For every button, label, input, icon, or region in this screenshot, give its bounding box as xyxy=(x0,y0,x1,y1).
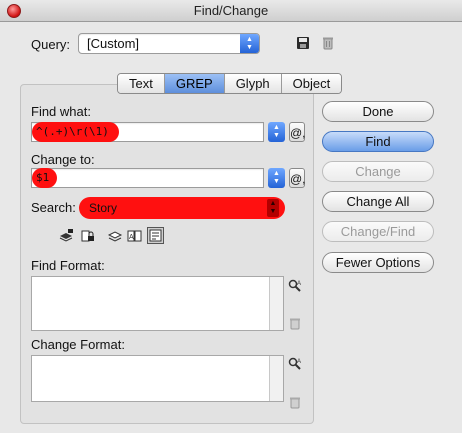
query-dropdown-arrow-icon: ▲ ▼ xyxy=(240,34,259,53)
find-format-label: Find Format: xyxy=(31,258,105,273)
save-query-icon[interactable] xyxy=(296,36,310,50)
include-footnotes-icon[interactable] xyxy=(147,227,164,244)
include-hidden-layers-icon[interactable] xyxy=(108,228,123,243)
clear-find-format-icon[interactable] xyxy=(288,316,302,330)
svg-text:A: A xyxy=(129,234,134,241)
change-to-value: $1 xyxy=(32,168,58,188)
fewer-options-button[interactable]: Fewer Options xyxy=(322,252,434,273)
tab-grep[interactable]: GREP xyxy=(164,74,225,93)
find-what-field[interactable]: ^(.+)\r(\1) xyxy=(31,122,264,142)
find-what-value: ^(.+)\r(\1) xyxy=(32,122,119,142)
change-all-button[interactable]: Change All xyxy=(322,191,434,212)
find-format-scrollbar[interactable] xyxy=(269,277,283,330)
tab-text[interactable]: Text xyxy=(118,74,165,93)
change-to-label: Change to: xyxy=(31,152,95,167)
tab-glyph[interactable]: Glyph xyxy=(224,74,282,93)
change-to-field[interactable]: $1 xyxy=(31,168,264,188)
query-label: Query: xyxy=(31,37,71,52)
search-label: Search: xyxy=(31,200,76,215)
svg-text:A: A xyxy=(297,281,301,287)
find-special-characters-button[interactable]: @, xyxy=(289,122,306,142)
include-locked-stories-icon[interactable] xyxy=(80,228,95,243)
change-to-dropdown-arrow-icon[interactable]: ▲ ▼ xyxy=(268,168,285,188)
change-button[interactable]: Change xyxy=(322,161,434,182)
find-what-label: Find what: xyxy=(31,104,91,119)
specify-find-format-icon[interactable]: A xyxy=(288,279,302,293)
include-locked-layers-icon[interactable] xyxy=(59,228,74,243)
mode-tabs: Text GREP Glyph Object xyxy=(117,73,343,94)
window-title: Find/Change xyxy=(193,3,269,18)
change-format-scrollbar[interactable] xyxy=(269,356,283,401)
change-special-characters-button[interactable]: @, xyxy=(289,168,306,188)
search-scope-value: Story xyxy=(89,201,118,215)
search-dropdown-arrow-icon: ▲ ▼ xyxy=(267,199,279,217)
change-format-box[interactable] xyxy=(31,355,284,402)
change-format-label: Change Format: xyxy=(31,337,125,352)
find-format-box[interactable] xyxy=(31,276,284,331)
at-icon: @, xyxy=(290,172,306,186)
search-scope-select[interactable]: Story ▲ ▼ xyxy=(79,197,285,219)
title-bar: Find/Change xyxy=(0,0,462,22)
specify-change-format-icon[interactable]: A xyxy=(288,357,302,371)
done-button[interactable]: Done xyxy=(322,101,434,122)
query-select[interactable]: [Custom] ▲ ▼ xyxy=(78,33,260,54)
at-icon: @, xyxy=(290,126,306,140)
change-find-button[interactable]: Change/Find xyxy=(322,221,434,242)
clear-change-format-icon[interactable] xyxy=(288,395,302,409)
svg-text:A: A xyxy=(297,359,301,365)
close-button[interactable] xyxy=(7,4,21,18)
include-master-pages-icon[interactable]: A xyxy=(127,228,142,243)
find-button[interactable]: Find xyxy=(322,131,434,152)
delete-query-icon[interactable] xyxy=(321,36,335,50)
find-what-dropdown-arrow-icon[interactable]: ▲ ▼ xyxy=(268,122,285,142)
tab-object[interactable]: Object xyxy=(281,74,342,93)
query-value: [Custom] xyxy=(87,36,140,51)
